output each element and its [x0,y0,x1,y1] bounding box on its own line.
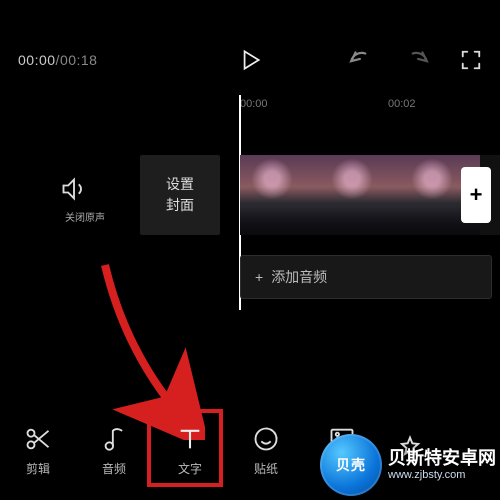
editor-top-bar: 00:00/00:18 [0,40,500,80]
fullscreen-icon [460,49,482,71]
scissors-icon [24,425,52,453]
undo-button[interactable] [348,49,374,71]
time-display: 00:00/00:18 [18,52,97,68]
add-audio-label: 添加音频 [271,267,327,287]
time-total: 00:18 [60,52,98,68]
plus-symbol: + [255,269,263,285]
tool-pip[interactable]: 画中画 [304,412,380,490]
text-t-icon [176,425,204,453]
bottom-toolbar: 剪辑 音频 文字 贴纸 画中画 [0,412,500,490]
play-button[interactable] [237,47,263,73]
picture-in-picture-icon [328,425,356,453]
add-audio-button[interactable]: + 添加音频 [240,255,492,299]
tool-sticker[interactable]: 贴纸 [228,412,304,490]
speaker-icon [60,175,88,203]
star-icon [396,434,424,462]
music-note-icon [100,425,128,453]
mute-original-sound-button[interactable]: 关闭原声 [60,175,110,224]
play-icon [237,47,263,73]
redo-button[interactable] [404,49,430,71]
fullscreen-button[interactable] [460,49,482,71]
timeline-ruler: 00:00 00:02 [240,98,500,116]
ruler-mark: 00:00 [240,98,268,110]
tool-audio[interactable]: 音频 [76,412,152,490]
tool-cut[interactable]: 剪辑 [0,412,76,490]
tool-effects[interactable] [380,412,440,490]
redo-icon [404,49,430,71]
tool-text[interactable]: 文字 [152,412,228,490]
time-current: 00:00 [18,52,56,68]
undo-icon [348,49,374,71]
sticker-icon [252,425,280,453]
clip-thumbnail [240,155,320,235]
add-clip-button[interactable]: + [461,167,491,223]
set-cover-button[interactable]: 设置 封面 [140,155,220,235]
clip-thumbnail [320,155,400,235]
ruler-mark: 00:02 [388,98,416,110]
mute-label: 关闭原声 [60,209,110,224]
